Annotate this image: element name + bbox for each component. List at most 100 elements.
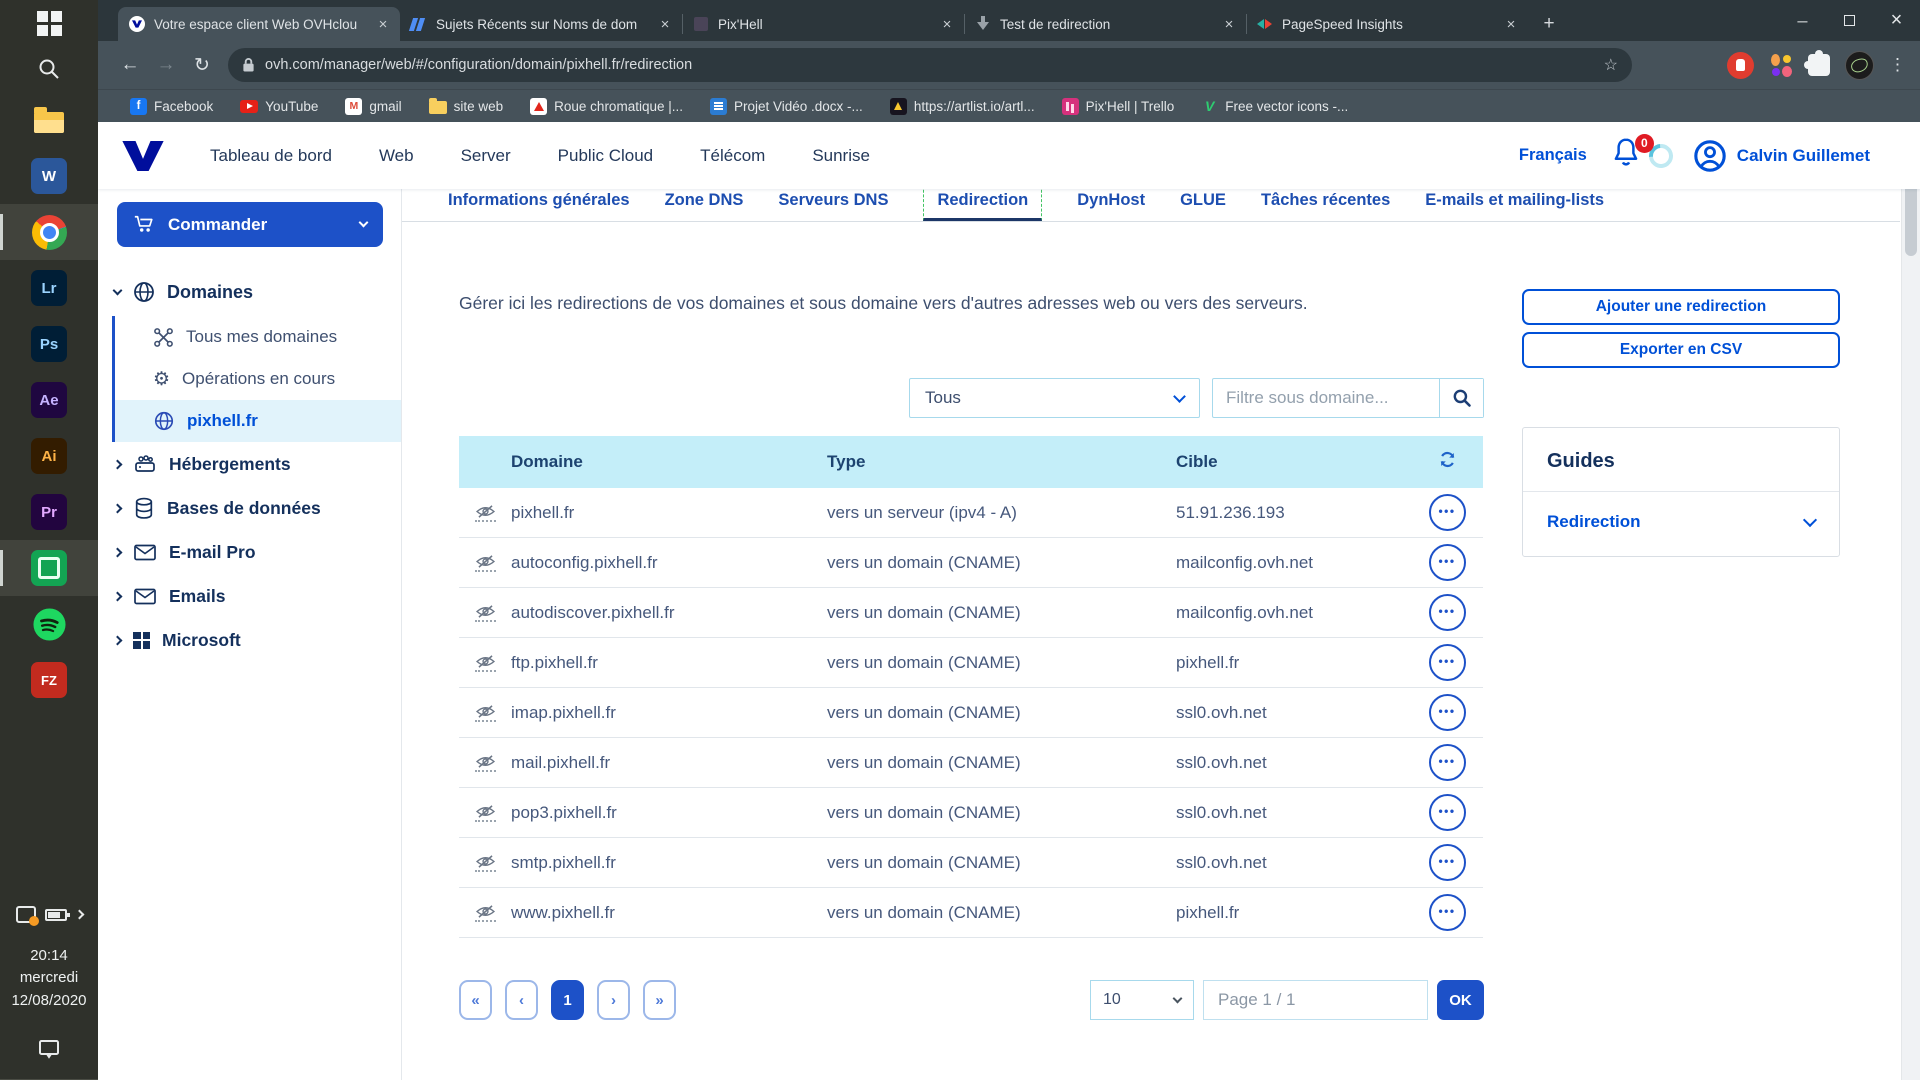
bookmark-youtube[interactable]: YouTube — [240, 99, 318, 114]
current-page-button[interactable]: 1 — [551, 980, 584, 1020]
user-menu[interactable]: Calvin Guillemet — [1693, 139, 1870, 173]
order-button[interactable]: Commander — [117, 202, 383, 247]
taskbar-search-button[interactable] — [0, 46, 98, 92]
sidebar-section-emails[interactable]: Emails — [98, 574, 401, 618]
row-actions-button[interactable]: ••• — [1428, 594, 1466, 631]
sidebar-section-bases-de-donnees[interactable]: Bases de données — [98, 486, 401, 530]
hidden-eye-icon[interactable] — [474, 654, 496, 672]
close-tab-icon[interactable]: × — [1502, 16, 1520, 33]
browser-menu-icon[interactable]: ⋮ — [1889, 55, 1906, 75]
sidebar-section-microsoft[interactable]: Microsoft — [98, 618, 401, 662]
sidebar-section-email-pro[interactable]: E-mail Pro — [98, 530, 401, 574]
refresh-button[interactable] — [1437, 449, 1458, 475]
restore-button[interactable] — [1826, 0, 1873, 41]
row-actions-button[interactable]: ••• — [1428, 544, 1466, 581]
photoshop-button[interactable] — [0, 316, 98, 372]
premiere-button[interactable] — [0, 484, 98, 540]
per-page-select[interactable]: 10 — [1090, 980, 1194, 1020]
browser-tab-forum[interactable]: Sujets Récents sur Noms de dom × — [400, 7, 682, 41]
bookmark-gmail[interactable]: gmail — [345, 97, 402, 115]
tab-redirection[interactable]: Redirection — [923, 185, 1043, 221]
row-actions-button[interactable]: ••• — [1428, 744, 1466, 781]
nav-sunrise[interactable]: Sunrise — [812, 146, 870, 166]
tab-serveurs-dns[interactable]: Serveurs DNS — [778, 191, 888, 221]
ok-button[interactable]: OK — [1437, 980, 1484, 1020]
sidebar-section-domaines[interactable]: Domaines — [98, 274, 401, 310]
last-page-button[interactable]: » — [643, 980, 676, 1020]
hidden-eye-icon[interactable] — [474, 554, 496, 572]
sidebar-item-tous-mes-domaines[interactable]: Tous mes domaines — [115, 316, 401, 358]
illustrator-button[interactable] — [0, 428, 98, 484]
word-button[interactable] — [0, 148, 98, 204]
page-number-input[interactable] — [1203, 980, 1428, 1020]
export-csv-button[interactable]: Exporter en CSV — [1522, 332, 1840, 368]
minimize-button[interactable]: ─ — [1779, 0, 1826, 41]
browser-tab-redirect-test[interactable]: Test de redirection × — [964, 7, 1246, 41]
search-button[interactable] — [1439, 379, 1483, 417]
bookmark-artlist[interactable]: https://artlist.io/artl... — [889, 97, 1035, 115]
nav-server[interactable]: Server — [461, 146, 511, 166]
new-tab-button[interactable]: + — [1534, 9, 1564, 39]
hidden-eye-icon[interactable] — [474, 604, 496, 622]
close-tab-icon[interactable]: × — [938, 16, 956, 33]
hidden-eye-icon[interactable] — [474, 754, 496, 772]
page-scrollbar[interactable] — [1901, 122, 1920, 1080]
close-window-button[interactable]: × — [1873, 0, 1920, 41]
bookmark-facebook[interactable]: Facebook — [130, 97, 213, 115]
bookmark-trello[interactable]: Pix'Hell | Trello — [1061, 97, 1174, 115]
hidden-eye-icon[interactable] — [474, 504, 496, 522]
lightroom-button[interactable] — [0, 260, 98, 316]
tray-expand-icon[interactable] — [74, 909, 84, 920]
back-button[interactable]: ← — [112, 47, 148, 83]
close-tab-icon[interactable]: × — [374, 16, 392, 33]
browser-tab-pixhell[interactable]: Pix'Hell × — [682, 7, 964, 41]
file-explorer-button[interactable] — [0, 92, 98, 148]
row-actions-button[interactable]: ••• — [1428, 894, 1466, 931]
next-page-button[interactable]: › — [597, 980, 630, 1020]
bookmark-flaticon[interactable]: Free vector icons -... — [1201, 98, 1348, 115]
subdomain-filter-input[interactable] — [1213, 388, 1439, 408]
rotation-lock-icon[interactable] — [15, 906, 39, 926]
nav-web[interactable]: Web — [379, 146, 414, 166]
close-tab-icon[interactable]: × — [1220, 16, 1238, 33]
after-effects-button[interactable] — [0, 372, 98, 428]
bookmark-roue-chromatique[interactable]: Roue chromatique |... — [530, 97, 683, 115]
tab-informations-generales[interactable]: Informations générales — [448, 191, 630, 221]
row-actions-button[interactable]: ••• — [1428, 644, 1466, 681]
row-actions-button[interactable]: ••• — [1428, 844, 1466, 881]
bookmark-site-web[interactable]: site web — [428, 97, 503, 114]
nav-public-cloud[interactable]: Public Cloud — [558, 146, 653, 166]
type-filter-select[interactable]: Tous — [909, 378, 1200, 418]
browser-tab-ovh[interactable]: Votre espace client Web OVHclou × — [118, 7, 400, 41]
battery-icon[interactable] — [44, 908, 70, 921]
hidden-eye-icon[interactable] — [474, 904, 496, 922]
adblock-extension-icon[interactable] — [1727, 51, 1754, 79]
hidden-eye-icon[interactable] — [474, 854, 496, 872]
browser-tab-pagespeed[interactable]: PageSpeed Insights × — [1246, 7, 1528, 41]
filezilla-button[interactable] — [0, 652, 98, 708]
action-center-button[interactable] — [0, 1018, 98, 1080]
taskbar-clock[interactable]: 20:14 mercredi 12/08/2020 — [11, 937, 86, 1019]
add-redirection-button[interactable]: Ajouter une redirection — [1522, 289, 1840, 325]
tab-taches-recentes[interactable]: Tâches récentes — [1261, 191, 1390, 221]
tab-glue[interactable]: GLUE — [1180, 191, 1226, 221]
colored-dots-extension-icon[interactable] — [1769, 53, 1793, 77]
address-bar[interactable]: ovh.com/manager/web/#/configuration/doma… — [228, 48, 1632, 82]
ovh-logo[interactable] — [120, 140, 166, 171]
green-app-button[interactable] — [0, 540, 98, 596]
browser-profile-avatar[interactable] — [1845, 50, 1874, 80]
close-tab-icon[interactable]: × — [656, 16, 674, 33]
hidden-eye-icon[interactable] — [474, 804, 496, 822]
start-button[interactable] — [0, 0, 98, 46]
hidden-eye-icon[interactable] — [474, 704, 496, 722]
row-actions-button[interactable]: ••• — [1428, 494, 1466, 531]
tab-zone-dns[interactable]: Zone DNS — [665, 191, 744, 221]
nav-tableau-de-bord[interactable]: Tableau de bord — [210, 146, 332, 166]
language-selector[interactable]: Français — [1519, 146, 1587, 165]
prev-page-button[interactable]: ‹ — [505, 980, 538, 1020]
forward-button[interactable]: → — [148, 47, 184, 83]
reload-button[interactable]: ↻ — [184, 47, 220, 83]
sidebar-section-hebergements[interactable]: Hébergements — [98, 442, 401, 486]
spotify-button[interactable] — [0, 596, 98, 652]
tab-dynhost[interactable]: DynHost — [1077, 191, 1145, 221]
